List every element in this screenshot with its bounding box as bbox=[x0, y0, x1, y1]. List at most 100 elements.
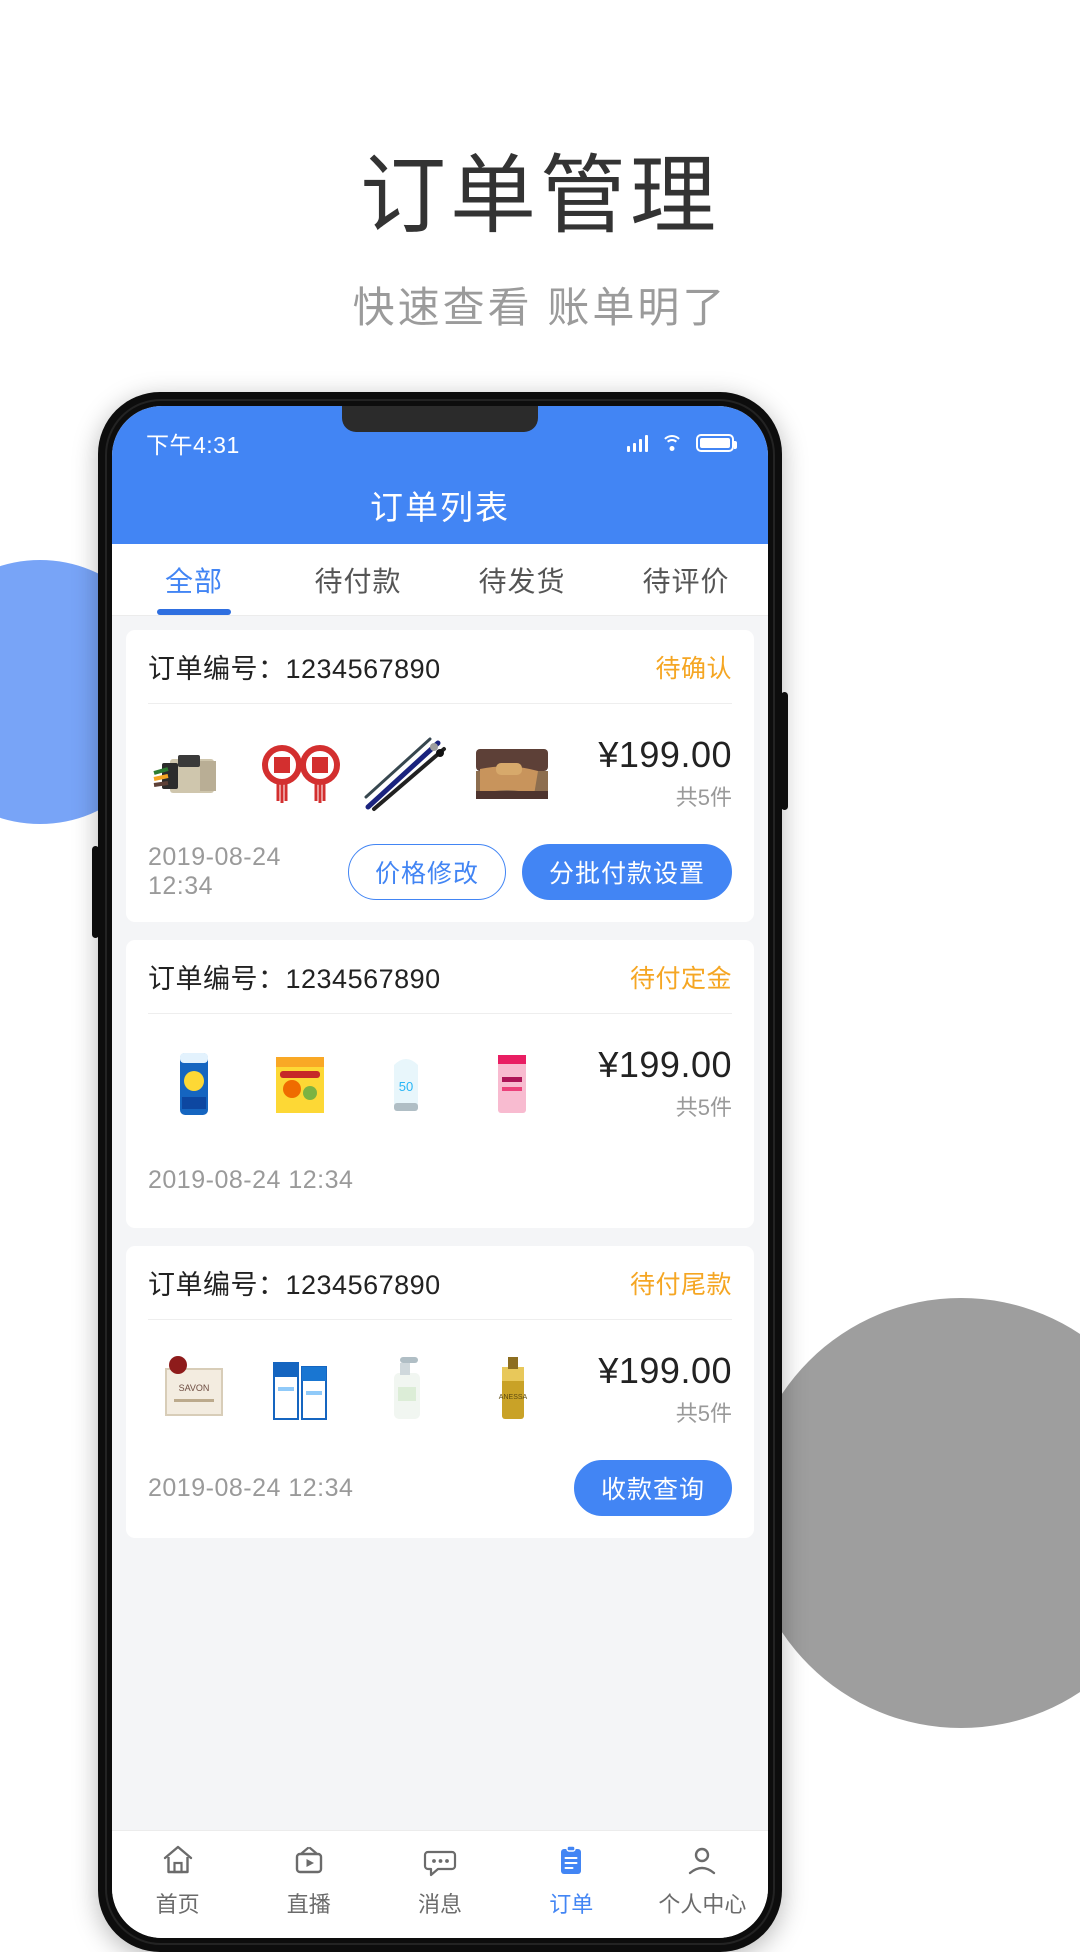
signal-icon bbox=[626, 434, 648, 452]
status-time: 下午4:31 bbox=[146, 432, 240, 458]
order-card[interactable]: 订单编号：1234567890 待确认 ¥199.00 共5件 2019-08-… bbox=[126, 630, 754, 922]
order-card[interactable]: 订单编号：1234567890 待付尾款 SAVON ANESSA ¥199.0… bbox=[126, 1246, 754, 1538]
soap-box-thumb[interactable]: SAVON bbox=[148, 1343, 240, 1435]
order-card-footer: 2019-08-24 12:34 bbox=[148, 1146, 732, 1228]
profile-icon bbox=[689, 1847, 716, 1875]
tab-label: 全部 bbox=[164, 565, 223, 597]
tab-label: 待付款 bbox=[314, 565, 402, 597]
order-price-box: ¥199.00 共5件 bbox=[572, 1350, 732, 1428]
order-actions: 收款查询 bbox=[573, 1460, 732, 1516]
sunscreen-thumb[interactable]: 50 bbox=[360, 1037, 452, 1129]
nav-label: 订单 bbox=[549, 1892, 594, 1917]
phone-mockup: 下午4:31 订单列表 全部 待付款 待发货 待评价 订单编号：12345678… bbox=[92, 392, 788, 1952]
pink-pouch-thumb[interactable] bbox=[466, 1037, 558, 1129]
status-badge: 待付定金 bbox=[629, 964, 732, 993]
nav-item-order[interactable]: 订单 bbox=[506, 1840, 637, 1919]
nav-item-home[interactable]: 首页 bbox=[112, 1840, 243, 1919]
order-list[interactable]: 订单编号：1234567890 待确认 ¥199.00 共5件 2019-08-… bbox=[112, 616, 768, 1830]
order-item-count: 共5件 bbox=[675, 1401, 732, 1426]
phone-notch bbox=[342, 406, 538, 432]
lotion-pump-thumb[interactable] bbox=[360, 1343, 452, 1435]
order-price-box: ¥199.00 共5件 bbox=[572, 1044, 732, 1122]
price-edit-button[interactable]: 价格修改 bbox=[347, 844, 506, 900]
status-badge: 待确认 bbox=[655, 654, 732, 683]
nav-item-profile[interactable]: 个人中心 bbox=[637, 1840, 768, 1919]
connector-thumb[interactable] bbox=[148, 727, 240, 819]
product-thumbnails[interactable]: SAVON ANESSA bbox=[148, 1343, 572, 1435]
order-card-footer: 2019-08-24 12:34 价格修改 分批付款设置 bbox=[148, 836, 732, 922]
order-item-count: 共5件 bbox=[675, 785, 732, 810]
live-icon bbox=[295, 1846, 322, 1874]
order-card-header: 订单编号：1234567890 待确认 bbox=[148, 630, 732, 704]
tab-pending-review[interactable]: 待评价 bbox=[604, 544, 768, 615]
tab-active-indicator bbox=[649, 609, 723, 615]
order-item-count: 共5件 bbox=[675, 1095, 732, 1120]
order-icon bbox=[561, 1845, 582, 1874]
installment-setting-button[interactable]: 分批付款设置 bbox=[521, 844, 732, 900]
tab-all[interactable]: 全部 bbox=[112, 544, 276, 615]
app-header: 订单列表 bbox=[112, 466, 768, 544]
status-icons bbox=[626, 434, 737, 452]
tab-label: 待评价 bbox=[642, 565, 730, 597]
tab-active-indicator bbox=[157, 609, 231, 615]
wifi-icon bbox=[661, 434, 683, 452]
tab-label: 待发货 bbox=[478, 565, 566, 597]
order-card-body: ¥199.00 共5件 bbox=[148, 704, 732, 836]
snack-pouch-thumb[interactable] bbox=[254, 1037, 346, 1129]
product-thumbnails[interactable] bbox=[148, 727, 572, 819]
order-number-prefix: 订单编号： bbox=[148, 964, 286, 994]
tab-active-indicator bbox=[485, 609, 559, 615]
nav-item-message[interactable]: 消息 bbox=[374, 1840, 505, 1919]
nav-label: 个人中心 bbox=[658, 1892, 747, 1917]
svg-text:50: 50 bbox=[399, 1079, 413, 1094]
fishing-rod-thumb[interactable] bbox=[360, 727, 452, 819]
product-thumbnails[interactable]: 50 bbox=[148, 1037, 572, 1129]
order-tabs: 全部 待付款 待发货 待评价 bbox=[112, 544, 768, 616]
volume-button bbox=[92, 846, 99, 938]
promo-block: 订单管理 快速查看 账单明了 bbox=[0, 0, 1080, 335]
tab-pending-payment[interactable]: 待付款 bbox=[276, 544, 440, 615]
order-card-footer: 2019-08-24 12:34 收款查询 bbox=[148, 1452, 732, 1538]
payment-query-button[interactable]: 收款查询 bbox=[573, 1460, 732, 1516]
page-subtitle: 快速查看 账单明了 bbox=[352, 284, 728, 332]
chips-can-thumb[interactable] bbox=[148, 1037, 240, 1129]
phone-screen: 下午4:31 订单列表 全部 待付款 待发货 待评价 订单编号：12345678… bbox=[112, 406, 768, 1938]
app-title: 订单列表 bbox=[370, 489, 510, 526]
nav-label: 直播 bbox=[286, 1892, 331, 1917]
order-price-box: ¥199.00 共5件 bbox=[572, 734, 732, 812]
order-date: 2019-08-24 12:34 bbox=[148, 843, 281, 900]
order-card[interactable]: 订单编号：1234567890 待付定金 50 ¥199.00 共5件 2019… bbox=[126, 940, 754, 1228]
order-number-prefix: 订单编号： bbox=[148, 654, 286, 684]
order-number-label: 订单编号：1234567890 bbox=[148, 647, 441, 686]
order-number-value: 1234567890 bbox=[285, 964, 441, 994]
order-total-price: ¥199.00 bbox=[598, 1044, 732, 1085]
order-card-header: 订单编号：1234567890 待付定金 bbox=[148, 940, 732, 1014]
tab-active-indicator bbox=[321, 609, 395, 615]
order-card-body: SAVON ANESSA ¥199.00 共5件 bbox=[148, 1320, 732, 1452]
order-date: 2019-08-24 12:34 bbox=[148, 1165, 354, 1194]
power-button bbox=[781, 692, 788, 810]
tab-pending-shipment[interactable]: 待发货 bbox=[440, 544, 604, 615]
nav-label: 消息 bbox=[418, 1892, 463, 1917]
order-total-price: ¥199.00 bbox=[598, 734, 732, 775]
gold-spray-thumb[interactable]: ANESSA bbox=[466, 1343, 558, 1435]
svg-text:ANESSA: ANESSA bbox=[499, 1394, 528, 1401]
nav-item-live[interactable]: 直播 bbox=[243, 1840, 374, 1919]
home-icon bbox=[163, 1845, 192, 1874]
decorative-gray-circle bbox=[746, 1298, 1080, 1728]
blue-box-thumb[interactable] bbox=[254, 1343, 346, 1435]
nav-label: 首页 bbox=[155, 1892, 200, 1917]
order-number-value: 1234567890 bbox=[285, 1270, 441, 1300]
message-icon bbox=[423, 1850, 457, 1877]
order-card-header: 订单编号：1234567890 待付尾款 bbox=[148, 1246, 732, 1320]
bottom-navigation: 首页 直播 消息 订单 个人中心 bbox=[112, 1830, 768, 1938]
order-number-label: 订单编号：1234567890 bbox=[148, 1263, 441, 1302]
order-actions: 价格修改 分批付款设置 bbox=[347, 844, 732, 900]
order-card-body: 50 ¥199.00 共5件 bbox=[148, 1014, 732, 1146]
sofa-bed-thumb[interactable] bbox=[466, 727, 558, 819]
order-number-label: 订单编号：1234567890 bbox=[148, 957, 441, 996]
order-total-price: ¥199.00 bbox=[598, 1350, 732, 1391]
order-number-prefix: 订单编号： bbox=[148, 1270, 286, 1300]
order-number-value: 1234567890 bbox=[285, 654, 441, 684]
chinese-knot-thumb[interactable] bbox=[254, 727, 346, 819]
